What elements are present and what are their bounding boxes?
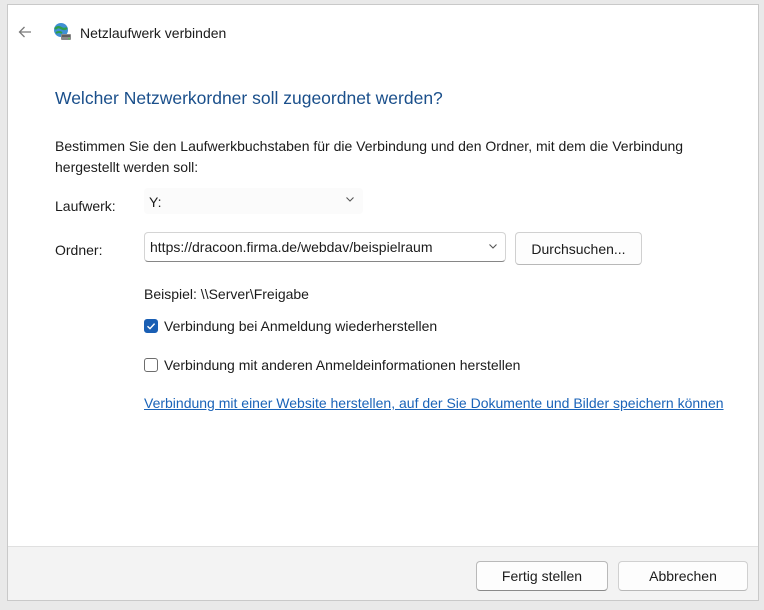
reconnect-checkbox-row[interactable]: Verbindung bei Anmeldung wiederherstelle… <box>144 318 437 334</box>
other-credentials-checkbox[interactable] <box>144 358 158 372</box>
example-hint: Beispiel: \\Server\Freigabe <box>144 286 309 302</box>
folder-path-value: https://dracoon.firma.de/webdav/beispiel… <box>150 239 433 255</box>
website-connection-link[interactable]: Verbindung mit einer Website herstellen,… <box>144 393 744 414</box>
other-credentials-checkbox-row[interactable]: Verbindung mit anderen Anmeldeinformatio… <box>144 357 520 373</box>
drive-letter-select[interactable]: Y: <box>144 188 363 214</box>
other-credentials-label: Verbindung mit anderen Anmeldeinformatio… <box>164 357 521 373</box>
window-title: Netzlaufwerk verbinden <box>80 25 227 41</box>
page-heading: Welcher Netzwerkordner soll zugeordnet w… <box>55 88 443 108</box>
back-button[interactable] <box>12 19 38 45</box>
chevron-down-icon[interactable] <box>487 240 499 252</box>
title-bar: Netzlaufwerk verbinden <box>8 5 758 55</box>
network-drive-icon <box>54 23 71 40</box>
drive-label: Laufwerk: <box>55 198 116 214</box>
finish-button[interactable]: Fertig stellen <box>476 561 608 591</box>
reconnect-checkbox[interactable] <box>144 319 158 333</box>
folder-label: Ordner: <box>55 242 103 258</box>
dialog-footer: Fertig stellen Abbrechen <box>8 546 758 600</box>
arrow-left-icon <box>18 26 31 38</box>
instructions-text: Bestimmen Sie den Laufwerkbuchstaben für… <box>55 138 684 175</box>
checkmark-icon <box>147 323 156 330</box>
browse-button[interactable]: Durchsuchen... <box>515 232 642 265</box>
cancel-button[interactable]: Abbrechen <box>618 561 748 591</box>
chevron-down-icon <box>346 197 354 202</box>
dialog-window: Netzlaufwerk verbinden Welcher Netzwerko… <box>7 4 759 601</box>
drive-letter-value: Y: <box>149 194 162 210</box>
reconnect-label: Verbindung bei Anmeldung wiederherstelle… <box>164 318 438 334</box>
folder-path-input[interactable]: https://dracoon.firma.de/webdav/beispiel… <box>144 232 506 262</box>
